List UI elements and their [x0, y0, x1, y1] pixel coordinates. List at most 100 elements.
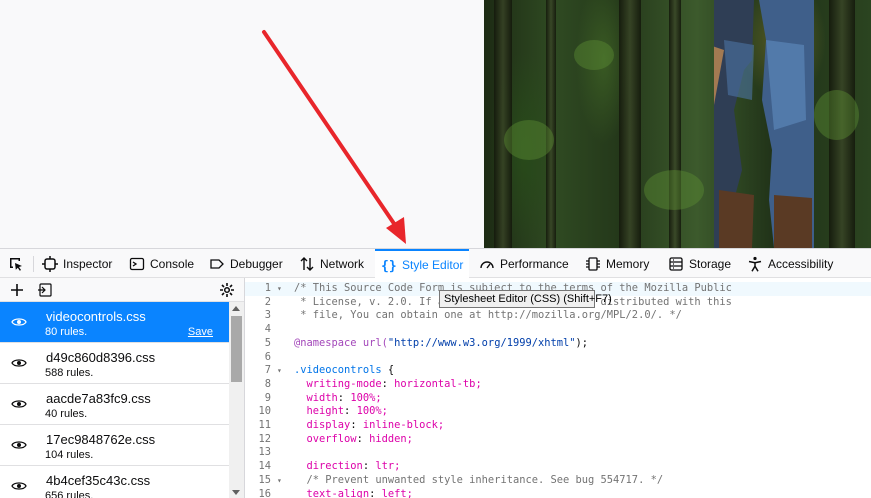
code-text: text-align: left; [294, 487, 413, 498]
code-token: "http://www.w3.org/1999/xhtml" [387, 336, 576, 349]
eye-icon[interactable] [11, 438, 27, 452]
code-token: * file, You can obtain one at http://moz… [294, 309, 682, 322]
code-token: height [294, 405, 345, 418]
line-number: 8 [264, 377, 271, 390]
stylesheet-name: aacde7a83fc9.css [46, 391, 151, 406]
scroll-thumb[interactable] [231, 316, 242, 382]
line-number: 15 [258, 473, 271, 486]
line-number: 11 [258, 419, 271, 431]
tab-storage-label: Storage [689, 256, 732, 271]
code-text: height: 100%; [294, 405, 388, 418]
tab-storage[interactable]: Storage [662, 249, 737, 278]
tab-style-editor[interactable]: {} Style Editor [375, 249, 470, 278]
code-line[interactable]: 7 ▾ .videocontrols { [245, 364, 871, 378]
code-token: horizontal-tb; [387, 377, 482, 390]
tab-performance-label: Performance [500, 256, 569, 271]
line-number: 3 [264, 309, 271, 322]
fold-toggle-icon[interactable]: ▾ [277, 474, 282, 488]
code-editor[interactable]: 1 ▾/* This Source Code Form is subject to… [245, 278, 871, 498]
eye-icon[interactable] [11, 397, 27, 411]
code-token: 100%; [344, 391, 382, 404]
code-line[interactable]: 8 writing-mode: horizontal-tb; [245, 378, 871, 392]
code-text: @namespace url("http://www.w3.org/1999/x… [294, 337, 588, 351]
code-text: writing-mode: horizontal-tb; [294, 377, 482, 390]
tab-accessibility[interactable]: Accessibility [741, 249, 839, 278]
eye-icon[interactable] [11, 315, 27, 329]
code-line[interactable]: 12 overflow: hidden; [245, 433, 871, 447]
tab-network-label: Network [320, 256, 365, 271]
code-line[interactable]: 14 direction: ltr; [245, 460, 871, 474]
tab-console[interactable]: Console [123, 249, 200, 278]
forest-photo [484, 0, 871, 248]
code-token: direction [294, 460, 363, 473]
svg-text:{}: {} [381, 259, 397, 273]
stylesheet-item[interactable]: aacde7a83fc9.css 40 rules. [0, 384, 229, 425]
inspector-icon [42, 255, 58, 272]
add-stylesheet-icon[interactable] [9, 282, 25, 298]
code-line[interactable]: 15 ▾ /* Prevent unwanted style inheritanc… [245, 474, 871, 488]
code-line[interactable]: 10 height: 100%; [245, 405, 871, 419]
devtools-toolbar: Inspector Console Debugger Network {} St… [0, 249, 871, 278]
line-number: 7 [264, 364, 271, 377]
code-line[interactable]: 16 text-align: left; [245, 488, 871, 498]
tab-performance[interactable]: Performance [473, 249, 575, 278]
code-token: .videocontrols [294, 364, 382, 377]
code-token: display [294, 419, 351, 431]
eye-icon[interactable] [11, 479, 27, 493]
stylesheet-name: videocontrols.css [46, 309, 146, 324]
tab-debugger[interactable]: Debugger [203, 249, 289, 278]
stylesheet-item[interactable]: d49c860d8396.css 588 rules. [0, 343, 229, 384]
code-line[interactable]: 5 @namespace url("http://www.w3.org/1999/… [245, 337, 871, 351]
stylesheet-item[interactable]: 4b4cef35c43c.css 656 rules. [0, 466, 229, 498]
code-token: hidden; [362, 432, 413, 445]
scroll-down-icon[interactable] [232, 490, 240, 495]
code-line[interactable]: 6 [245, 351, 871, 365]
code-token: { [381, 364, 395, 377]
code-text: * file, You can obtain one at http://moz… [294, 309, 682, 323]
save-button[interactable]: Save [188, 326, 213, 338]
line-number: 16 [258, 487, 271, 498]
import-stylesheet-icon[interactable] [37, 282, 53, 298]
console-icon [129, 257, 145, 270]
line-number: 6 [264, 350, 271, 363]
stylesheet-item[interactable]: videocontrols.css 80 rules. Save [0, 302, 229, 343]
line-number: 2 [264, 295, 271, 308]
stylesheet-name: 17ec9848762e.css [46, 432, 156, 447]
element-picker-icon [10, 257, 22, 271]
code-line[interactable]: 4 [245, 323, 871, 337]
sidebar-toolbar [0, 278, 244, 302]
memory-icon [586, 256, 600, 271]
fold-toggle-icon[interactable]: ▾ [277, 282, 282, 296]
network-icon [300, 256, 314, 271]
line-number: 10 [258, 405, 271, 418]
line-number: 9 [264, 391, 271, 404]
sidebar-scrollbar[interactable] [229, 302, 244, 498]
performance-icon [480, 260, 494, 268]
code-text: .videocontrols { [294, 364, 394, 378]
devtools-panel: Inspector Console Debugger Network {} St… [0, 248, 871, 498]
eye-icon[interactable] [11, 356, 27, 370]
line-number: 12 [258, 432, 271, 445]
code-line[interactable]: 13 [245, 446, 871, 460]
tab-debugger-label: Debugger [230, 256, 283, 271]
tab-inspector[interactable]: Inspector [36, 249, 118, 278]
line-number: 14 [258, 460, 271, 473]
scroll-up-icon[interactable] [232, 306, 240, 311]
code-line[interactable]: 11 display: inline-block; [245, 419, 871, 433]
code-token: inline-block; [356, 419, 445, 431]
page-content-area [0, 0, 871, 248]
element-picker-button[interactable] [2, 249, 30, 278]
tab-memory[interactable]: Memory [579, 249, 655, 278]
code-text: /* Prevent unwanted style inheritance. S… [294, 473, 664, 488]
code-line[interactable]: 9 width: 100%; [245, 392, 871, 406]
stylesheet-rule-count: 104 rules. [45, 449, 94, 461]
code-token: /* Prevent unwanted style inheritance. S… [294, 473, 664, 486]
line-number: 1 [264, 282, 271, 294]
stylesheet-item[interactable]: 17ec9848762e.css 104 rules. [0, 425, 229, 466]
code-token: overflow [294, 432, 357, 445]
gear-icon[interactable] [219, 282, 235, 298]
fold-toggle-icon[interactable]: ▾ [277, 364, 282, 378]
tab-network[interactable]: Network [293, 249, 370, 278]
figure-legs [714, 0, 814, 248]
code-line[interactable]: 3 * file, You can obtain one at http://m… [245, 309, 871, 323]
